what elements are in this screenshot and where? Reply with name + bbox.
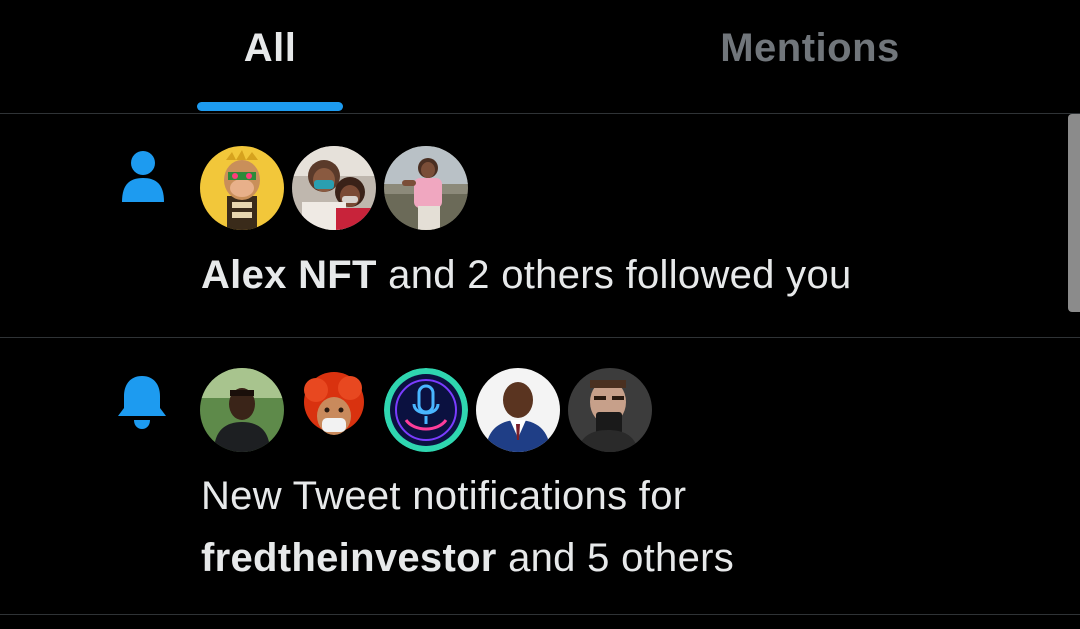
tweet-notification-rest: and 5 others [496,536,735,580]
person-icon [122,151,164,202]
avatar[interactable] [476,368,560,452]
tweet-notification[interactable]: New Tweet notifications for fredtheinves… [0,338,1080,614]
two-girls-avatar [292,146,376,230]
tweet-notification-line1: New Tweet notifications for [201,474,687,518]
avatar[interactable] [384,146,468,230]
woman-pink-shirt-avatar [384,146,468,230]
red-afro-memoji-avatar [292,368,376,452]
avatar[interactable] [292,146,376,230]
man-outdoors-avatar [200,368,284,452]
avatar[interactable] [200,146,284,230]
tab-all[interactable]: All [0,0,540,113]
man-suit-avatar [476,368,560,452]
tweet-notification-text: New Tweet notifications for fredtheinves… [201,465,734,589]
follow-notification-text: Alex NFT and 2 others followed you [201,244,852,306]
podcast-mic-avatar [384,368,468,452]
bell-icon [118,376,166,429]
tab-all-label: All [243,26,297,70]
tab-mentions-label: Mentions [720,26,900,70]
active-tab-indicator [197,102,343,111]
yellow-ape-nft-avatar [200,146,284,230]
notification-avatars [200,368,660,452]
follow-notification-rest: and 2 others followed you [376,253,852,297]
notification-divider [0,614,1080,615]
notification-account-name[interactable]: fredtheinvestor [201,536,497,580]
avatar[interactable] [384,368,468,452]
notifications-page: All Mentions Alex NFT and 2 others follo… [0,0,1080,629]
follower-avatars [200,146,476,230]
avatar[interactable] [292,368,376,452]
avatar[interactable] [200,368,284,452]
man-drinking-mug-avatar [568,368,652,452]
notification-tabs: All Mentions [0,0,1080,113]
avatar[interactable] [568,368,652,452]
follow-notification[interactable]: Alex NFT and 2 others followed you [0,114,1080,337]
tab-mentions[interactable]: Mentions [540,0,1080,113]
follower-name[interactable]: Alex NFT [201,253,377,297]
scrollbar[interactable] [1068,114,1080,312]
